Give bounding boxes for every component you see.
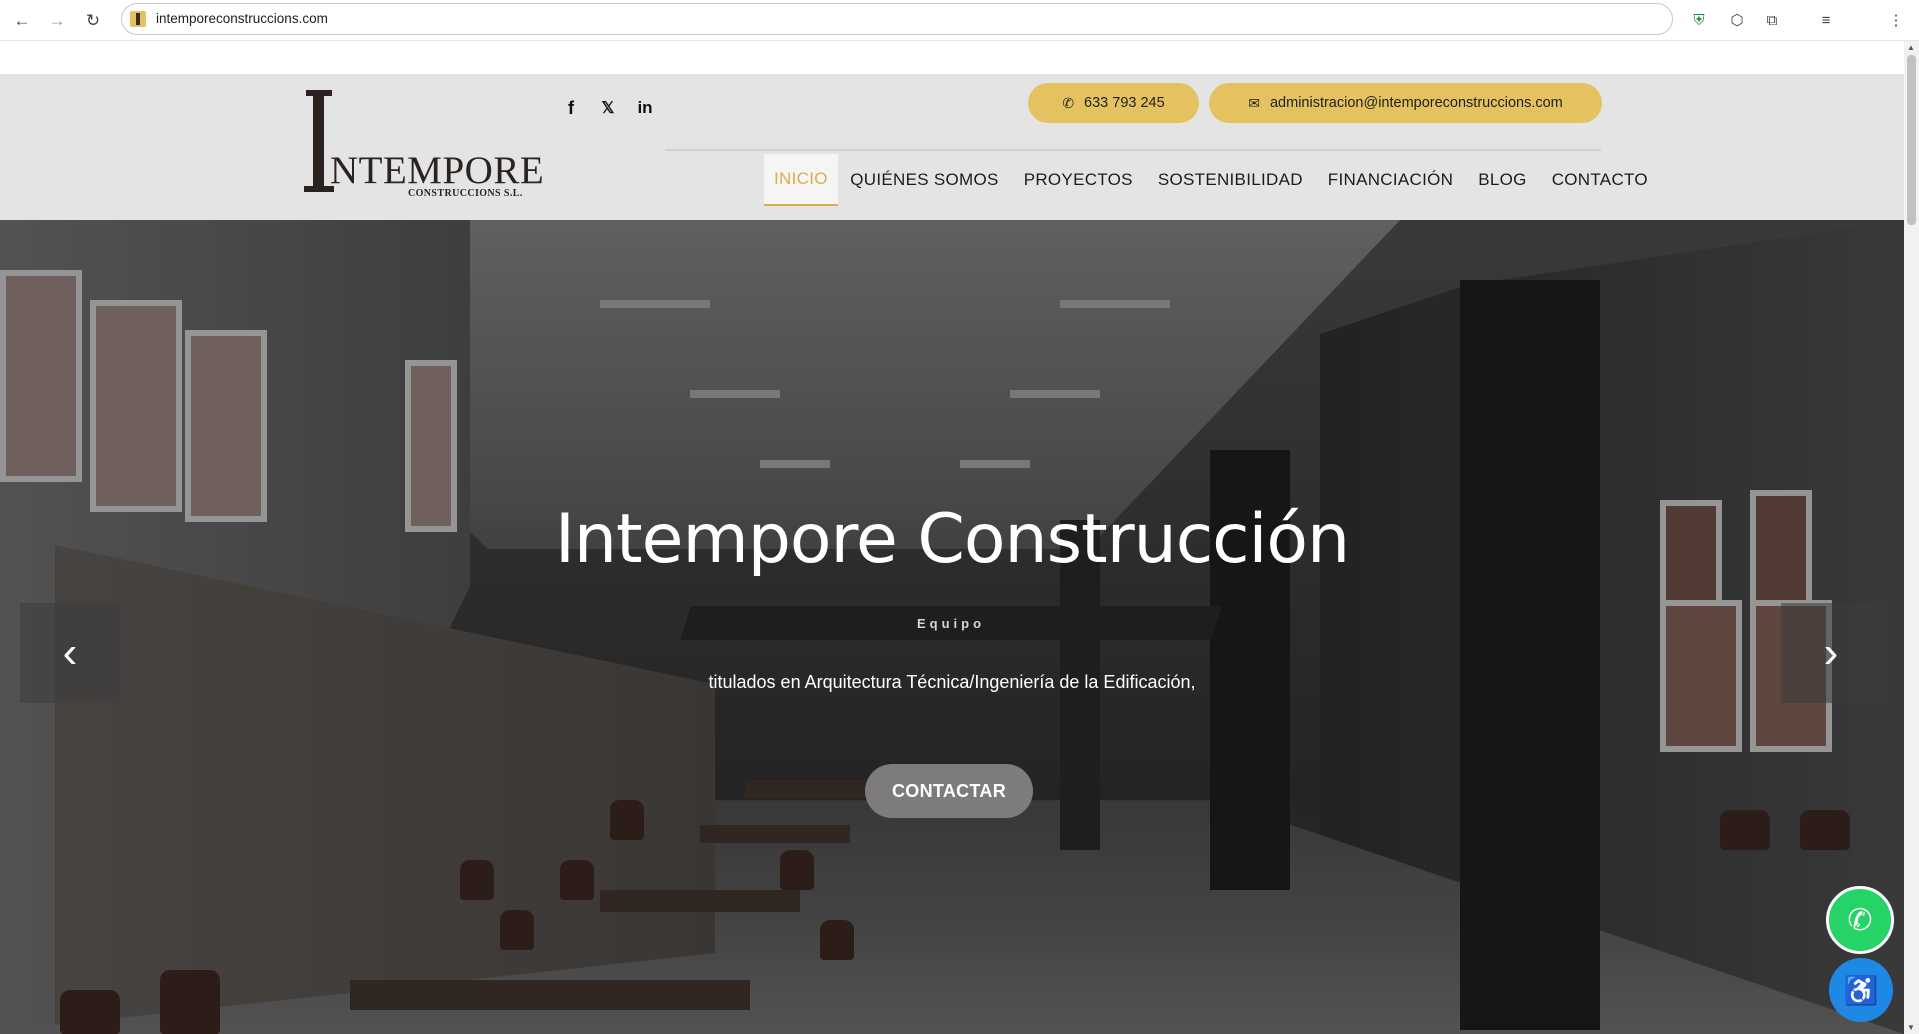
reload-icon[interactable]: ↻: [81, 9, 105, 33]
scroll-thumb[interactable]: [1907, 55, 1916, 225]
url-text[interactable]: intemporeconstruccions.com: [156, 11, 328, 26]
menu-item-inicio[interactable]: INICIO: [764, 154, 838, 206]
x-twitter-icon[interactable]: 𝕏: [594, 94, 622, 122]
forward-icon[interactable]: →: [45, 9, 69, 33]
hexagon-extension-icon[interactable]: ⬡: [1726, 9, 1748, 31]
logo-word: NTEMPORE: [330, 149, 545, 192]
site-header: NTEMPORE CONSTRUCCIONS S.L. f 𝕏 in ✆ 633…: [0, 74, 1904, 220]
back-icon[interactable]: ←: [10, 9, 34, 33]
shield-extension-icon[interactable]: ⛨: [1688, 9, 1710, 31]
nav-divider: [665, 149, 1601, 151]
address-bar[interactable]: intemporeconstruccions.com: [121, 3, 1673, 35]
browser-menu-icon[interactable]: ⋮: [1885, 9, 1907, 31]
logo-subtitle: CONSTRUCCIONS S.L.: [408, 188, 523, 199]
email-address: administracion@intemporeconstruccions.co…: [1269, 95, 1563, 111]
browser-toolbar: ← → ↻ intemporeconstruccions.com ⛨ ⬡ ⧉ ≡…: [0, 0, 1919, 41]
slider-next-arrow-icon[interactable]: ›: [1781, 603, 1881, 703]
envelope-icon: ✉: [1248, 94, 1260, 111]
phone-icon: ✆: [1062, 94, 1075, 111]
accessibility-icon[interactable]: ♿: [1829, 958, 1893, 1022]
reading-list-icon[interactable]: ≡: [1815, 9, 1837, 31]
linkedin-icon[interactable]: in: [631, 94, 659, 122]
phone-number: 633 793 245: [1084, 95, 1165, 111]
menu-item-sostenibilidad[interactable]: SOSTENIBILIDAD: [1145, 154, 1315, 206]
contactar-button[interactable]: CONTACTAR: [865, 764, 1033, 818]
menu-item-contacto[interactable]: CONTACTO: [1539, 154, 1660, 206]
slider-prev-arrow-icon[interactable]: ‹: [20, 603, 120, 703]
email-button[interactable]: ✉ administracion@intemporeconstruccions.…: [1209, 83, 1602, 123]
hero-title: Intempore Construcción: [554, 500, 1350, 579]
extensions-puzzle-icon[interactable]: ⧉: [1761, 9, 1783, 31]
menu-item-financiacion[interactable]: FINANCIACIÓN: [1315, 154, 1465, 206]
hero-ribbon: Equipo: [680, 606, 1222, 640]
scroll-up-icon[interactable]: ▲: [1907, 43, 1915, 52]
scroll-down-icon[interactable]: ▼: [1907, 1023, 1915, 1032]
whatsapp-icon[interactable]: ✆: [1826, 886, 1894, 954]
hero-slider: Intempore Construcción Equipo titulados …: [0, 220, 1904, 1034]
logo-column-icon: [304, 90, 334, 194]
menu-item-proyectos[interactable]: PROYECTOS: [1011, 154, 1145, 206]
menu-item-quienes-somos[interactable]: QUIÉNES SOMOS: [838, 154, 1011, 206]
site-logo[interactable]: NTEMPORE CONSTRUCCIONS S.L.: [302, 84, 545, 202]
menu-item-blog[interactable]: BLOG: [1466, 154, 1539, 206]
page-top-spacer: [0, 41, 1904, 74]
main-menu: INICIO QUIÉNES SOMOS PROYECTOS SOSTENIBI…: [764, 154, 1660, 206]
facebook-icon[interactable]: f: [557, 94, 585, 122]
hero-description: titulados en Arquitectura Técnica/Ingeni…: [708, 672, 1196, 692]
phone-button[interactable]: ✆ 633 793 245: [1028, 83, 1199, 123]
page-scrollbar[interactable]: ▲ ▼: [1904, 41, 1919, 1034]
site-favicon-icon: [130, 11, 146, 27]
